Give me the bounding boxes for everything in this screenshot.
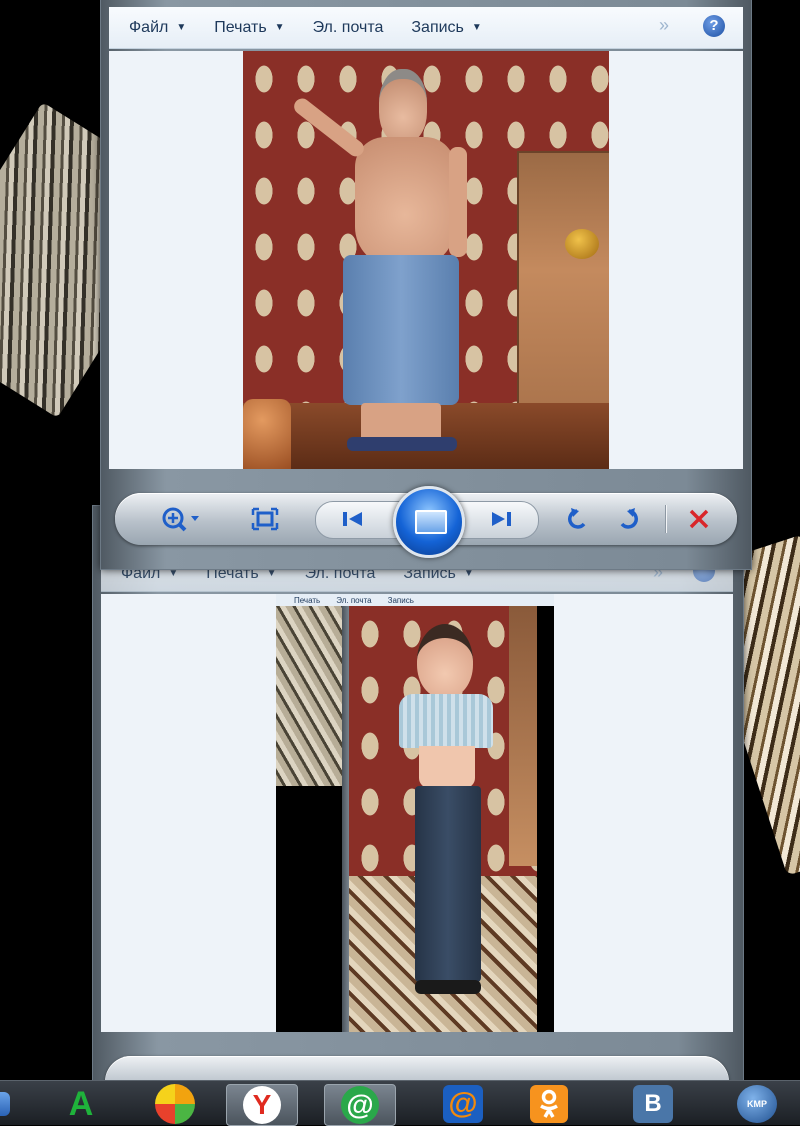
taskbar-app-yandex[interactable]: Y <box>226 1084 298 1126</box>
man-head <box>379 69 427 143</box>
chevron-down-icon: ▼ <box>471 22 482 33</box>
man-legs <box>361 403 441 441</box>
image-viewport: Печать Эл. почта Запись <box>101 594 733 1032</box>
rotate-clockwise-icon <box>620 508 638 529</box>
boy-belly <box>419 746 475 788</box>
next-button[interactable] <box>481 501 521 537</box>
more-commands-icon[interactable]: » <box>659 15 669 36</box>
nested-menu-bar: Печать Эл. почта Запись <box>276 594 554 606</box>
image-viewport <box>109 51 743 469</box>
vkontakte-icon: B <box>633 1085 673 1123</box>
odnoklassniki-icon <box>530 1085 568 1123</box>
colorful-ball-icon <box>155 1084 195 1124</box>
chevron-down-icon: ▼ <box>176 22 187 33</box>
help-icon[interactable]: ? <box>703 15 725 37</box>
delete-button[interactable] <box>681 501 717 537</box>
sofa <box>243 399 291 469</box>
chevron-down-icon: ▼ <box>274 22 285 33</box>
taskbar-app-mail-agent[interactable]: @ <box>324 1084 396 1126</box>
nested-wallpaper-art <box>276 606 344 786</box>
photo-man <box>243 51 609 469</box>
boy-jeans <box>415 786 481 982</box>
previous-icon <box>343 512 362 526</box>
taskbar-app-green-a[interactable]: A <box>46 1084 116 1124</box>
zoom-button[interactable] <box>155 501 207 537</box>
man-torso <box>355 137 455 267</box>
fit-to-window-button[interactable] <box>245 501 285 537</box>
yandex-browser-icon: Y <box>243 1086 281 1124</box>
slideshow-icon <box>415 510 447 534</box>
toolbar-separator <box>665 505 666 533</box>
kmplayer-icon: KMP <box>737 1085 777 1123</box>
rotate-clockwise-button[interactable] <box>611 501 647 537</box>
menu-print[interactable]: Печать ▼ <box>214 19 284 37</box>
green-a-icon: A <box>68 1084 94 1123</box>
man-arm-left <box>290 95 367 160</box>
menu-bar: Файл ▼ Печать ▼ Эл. почта Запись ▼ <box>109 7 743 49</box>
photo-viewer-window-back: Файл ▼ Печать ▼ Эл. почта Запись ▼ » Печать… <box>92 505 744 1108</box>
photo-boy <box>349 606 537 1032</box>
boy-shirt <box>399 694 493 748</box>
taskbar-left-edge-icon[interactable] <box>0 1092 10 1116</box>
taskbar-app-ball[interactable] <box>140 1084 210 1124</box>
teapot <box>565 229 599 259</box>
nested-menu-email: Эл. почта <box>336 595 372 605</box>
taskbar-app-vkontakte[interactable]: B <box>618 1084 688 1124</box>
fit-to-window-icon <box>251 507 279 531</box>
shelf <box>509 606 537 866</box>
menu-file[interactable]: Файл ▼ <box>129 19 186 37</box>
menu-burn[interactable]: Запись ▼ <box>411 19 481 37</box>
previous-button[interactable] <box>333 501 373 537</box>
boy-head <box>417 624 473 698</box>
rotate-counterclockwise-button[interactable] <box>559 501 595 537</box>
zoom-icon <box>162 507 199 532</box>
man-arm-right <box>449 147 467 257</box>
rotate-counterclockwise-icon <box>568 508 586 529</box>
man-shorts <box>343 255 459 405</box>
mail-agent-icon: @ <box>341 1086 379 1124</box>
delete-icon <box>689 509 709 529</box>
nested-menu-print: Печать <box>294 595 321 605</box>
viewer-toolbar <box>115 486 737 558</box>
taskbar-app-kmplayer[interactable]: KMP <box>722 1084 792 1124</box>
boy-shoes <box>415 980 481 994</box>
taskbar-app-odnoklassniki[interactable] <box>514 1084 584 1124</box>
taskbar-app-mail-ru[interactable]: @ <box>428 1084 498 1124</box>
next-icon <box>492 512 511 526</box>
man-sandals <box>347 437 457 451</box>
menu-email[interactable]: Эл. почта <box>313 19 384 37</box>
nested-screenshot: Печать Эл. почта Запись <box>276 594 554 1032</box>
nested-menu-burn: Запись <box>387 595 414 605</box>
mail-ru-icon: @ <box>443 1085 483 1123</box>
slideshow-button[interactable] <box>393 486 465 558</box>
photo-viewer-window-front: Файл ▼ Печать ▼ Эл. почта Запись ▼ » ? <box>100 0 752 570</box>
